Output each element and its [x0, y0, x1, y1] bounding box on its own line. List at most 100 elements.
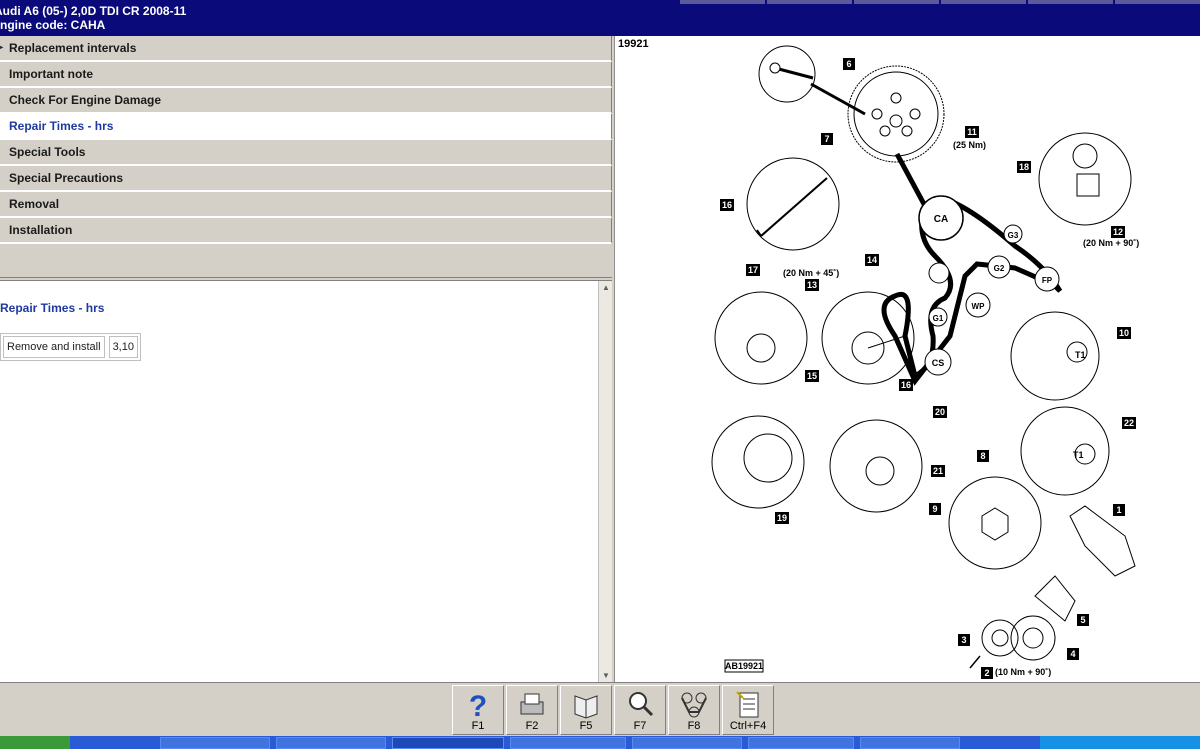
belt-diagram-button[interactable]: F8 [668, 685, 720, 735]
menu-item-removal[interactable]: Removal [0, 192, 612, 218]
section-menu: ▸ Replacement intervals Important note C… [0, 36, 612, 278]
callout-22: 22 [1124, 418, 1134, 428]
zoom-button[interactable]: F7 [614, 685, 666, 735]
belt-diagram-icon [669, 688, 719, 720]
print-button-label: F2 [525, 720, 539, 732]
triangle-right-icon: ▸ [0, 42, 4, 53]
menu-item-replacement-intervals[interactable]: ▸ Replacement intervals [0, 36, 612, 62]
callout-15: 15 [807, 371, 817, 381]
pulley-label-cs: CS [932, 358, 945, 368]
detail-tensioner-3 [829, 419, 923, 513]
callout-9: 9 [932, 504, 937, 514]
detail-t1-marker-2 [1020, 406, 1110, 496]
menu-item-installation[interactable]: Installation [0, 218, 612, 244]
pulley-label-ca: CA [934, 214, 948, 225]
timing-belt [881, 152, 1063, 386]
detail-tensioner-1 [714, 291, 808, 385]
taskbar-item[interactable] [276, 737, 386, 749]
os-taskbar [0, 736, 1200, 749]
pulley-label-g2: G2 [994, 264, 1005, 273]
taskbar-item[interactable] [392, 737, 504, 749]
menu-spacer [0, 244, 612, 278]
close-document-button-label: Ctrl+F4 [729, 720, 767, 732]
callout-6: 6 [846, 59, 851, 69]
left-panel: ▸ Replacement intervals Important note C… [0, 36, 614, 683]
print-icon [507, 688, 557, 720]
pulley-label-wp: WP [972, 302, 986, 311]
taskbar-item[interactable] [632, 737, 742, 749]
content-scrollbar[interactable]: ▲ ▼ [598, 281, 612, 683]
callout-10: 10 [1119, 328, 1129, 338]
t1-label-2: T1 [1073, 450, 1084, 460]
book-button[interactable]: F5 [560, 685, 612, 735]
title-bar-tab-strip [680, 0, 1200, 4]
diagram-footer-code: AB19921 [725, 661, 763, 671]
zoom-icon [615, 688, 665, 720]
torque-label-13: (20 Nm + 45˚) [783, 268, 839, 278]
callout-12: 12 [1113, 227, 1123, 237]
content-title: Repair Times - hrs [0, 301, 105, 315]
callout-16-mid: 16 [901, 380, 911, 390]
app-window: Audi A6 (05-) 2,0D TDI CR 2008-11 Engine… [0, 0, 1200, 749]
detail-pin-circle [758, 45, 816, 103]
help-button[interactable]: ? F1 [452, 685, 504, 735]
callout-8: 8 [980, 451, 985, 461]
taskbar-item[interactable] [160, 737, 270, 749]
callout-2: 2 [984, 668, 989, 678]
function-toolbar: ? F1 F2 F5 F7 F8 Ctrl+F4 [0, 682, 1200, 736]
menu-item-special-precautions[interactable]: Special Precautions [0, 166, 612, 192]
callout-7: 7 [824, 134, 829, 144]
start-button[interactable] [0, 736, 70, 749]
menu-item-label: Installation [9, 223, 73, 237]
taskbar-item[interactable] [860, 737, 960, 749]
close-document-button[interactable]: Ctrl+F4 [722, 685, 774, 735]
crank-hub [981, 619, 1019, 657]
book-button-label: F5 [579, 720, 593, 732]
callout-14: 14 [867, 255, 877, 265]
menu-item-label: Special Tools [9, 145, 86, 159]
detail-crank-sprocket [948, 476, 1042, 570]
belt-diagram-button-label: F8 [687, 720, 701, 732]
menu-item-label: Check For Engine Damage [9, 93, 162, 107]
svg-text:?: ? [469, 690, 487, 720]
hours-cell: 3,10 [108, 336, 138, 358]
detail-crank-pulley [711, 415, 805, 509]
vehicle-title: Audi A6 (05-) 2,0D TDI CR 2008-11 [0, 4, 187, 18]
system-tray [1040, 736, 1200, 749]
callout-16-top: 16 [722, 200, 732, 210]
document-close-icon [723, 688, 773, 720]
callout-11: 11 [967, 127, 977, 137]
pulley-label-fp: FP [1042, 276, 1053, 285]
book-icon [561, 688, 611, 720]
print-button[interactable]: F2 [506, 685, 558, 735]
menu-item-check-engine-damage[interactable]: Check For Engine Damage [0, 88, 612, 114]
content-pane: Repair Times - hrs Remove and install 3,… [0, 280, 612, 683]
repair-times-table: Remove and install 3,10 [0, 333, 141, 361]
title-bar: Audi A6 (05-) 2,0D TDI CR 2008-11 Engine… [0, 0, 1200, 36]
t1-label-1: T1 [1075, 350, 1086, 360]
callout-21: 20 [935, 407, 945, 417]
callout-17: 17 [748, 265, 758, 275]
diagram-svg: CA G3 G2 FP WP G1 CS (25 Nm) (20 Nm + 90… [711, 45, 1139, 679]
menu-item-label: Removal [9, 197, 60, 211]
pulley-label-g1: G1 [933, 314, 944, 323]
callout-19: 19 [777, 513, 787, 523]
menu-item-repair-times[interactable]: Repair Times - hrs [0, 114, 612, 140]
timing-belt-diagram: 19921 CA G3 G2 FP WP G1 CS (25 Nm) (20 N… [614, 36, 1200, 682]
callout-13: 13 [807, 280, 817, 290]
taskbar-item[interactable] [510, 737, 626, 749]
scroll-up-icon[interactable]: ▲ [599, 281, 613, 295]
menu-item-label: Repair Times - hrs [9, 119, 114, 133]
pump-sprocket [1038, 132, 1132, 226]
scroll-down-icon[interactable]: ▼ [599, 669, 613, 683]
torque-label-2: (10 Nm + 90˚) [995, 667, 1051, 677]
torque-label-11: (25 Nm) [953, 140, 986, 150]
pulley-label-g3: G3 [1008, 231, 1019, 240]
menu-item-important-note[interactable]: Important note [0, 62, 612, 88]
menu-item-label: Important note [9, 67, 93, 81]
help-icon: ? [453, 688, 503, 723]
callout-5: 5 [1080, 615, 1085, 625]
menu-item-special-tools[interactable]: Special Tools [0, 140, 612, 166]
menu-item-label: Special Precautions [9, 171, 124, 185]
taskbar-item[interactable] [748, 737, 854, 749]
